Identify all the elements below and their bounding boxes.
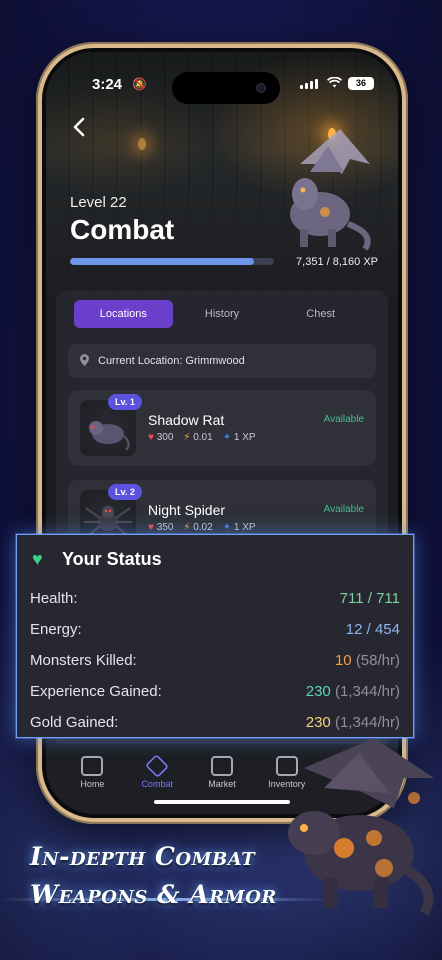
xp-progress-fill (70, 258, 254, 265)
monster-health: 300 (156, 432, 174, 443)
shop-icon (210, 756, 233, 776)
current-location-text: Current Location: Grimmwood (98, 355, 245, 367)
monster-xp: 1 XP (233, 432, 256, 443)
status-value: 230 (305, 714, 331, 731)
level-label: Level 22 (70, 194, 127, 211)
status-label: Monsters Killed: (30, 652, 137, 669)
back-chevron-icon[interactable] (72, 116, 86, 145)
signal-icon (300, 79, 318, 89)
location-pin-icon (80, 354, 89, 366)
status-row-experience: Experience Gained: 230 (1,344/hr) (30, 676, 400, 707)
promo-headline: In-depth Combat Weapons & Armor (30, 838, 277, 914)
status-label: Gold Gained: (30, 714, 119, 731)
heart-icon: ♥ (148, 432, 154, 443)
status-value: 10 (334, 652, 352, 669)
status-rate: (1,344/hr) (334, 714, 400, 731)
ios-status-bar: 3:24 🔕 36 (46, 72, 398, 104)
heart-icon: ♥ (148, 522, 154, 533)
nav-label: Home (80, 779, 105, 789)
status-title: Your Status (62, 548, 162, 569)
dragon-mascot-icon (290, 129, 371, 251)
wifi-icon (326, 76, 343, 91)
torch-icon (138, 138, 146, 150)
monster-stats: ♥ 300 ⚡ 0.01 ✦ 1 XP (148, 432, 256, 443)
status-row-gold: Gold Gained: 230 (1,344/hr) (30, 707, 400, 738)
nav-home[interactable]: Home (60, 744, 125, 814)
status-value: 12 / 454 (345, 621, 400, 638)
availability-status: Available (323, 414, 364, 425)
tab-history[interactable]: History (173, 300, 272, 328)
dragon-illustration-icon (288, 738, 434, 916)
muted-bell-icon: 🔕 (132, 77, 147, 91)
monster-name: Shadow Rat (148, 412, 225, 428)
status-card: ♥ Your Status Health: 711 / 711 Energy: … (16, 534, 414, 738)
status-rate: (1,344/hr) (334, 683, 400, 700)
status-row-energy: Energy: 12 / 454 (30, 614, 400, 645)
xp-readout: 7,351 / 8,160 XP (296, 256, 378, 268)
promo-line-1: In-depth Combat (30, 842, 256, 871)
nav-label: Market (208, 779, 236, 789)
sparkle-icon: ✦ (222, 522, 232, 533)
status-value: 711 / 711 (339, 590, 400, 607)
tab-locations[interactable]: Locations (74, 300, 173, 328)
status-row-monsters-killed: Monsters Killed: 10 (58/hr) (30, 645, 400, 676)
monster-energy: 0.02 (193, 522, 213, 533)
monster-stats: ♥ 350 ⚡ 0.02 ✦ 1 XP (148, 522, 256, 533)
monster-card-shadow-rat[interactable]: Lv. 1 Shadow Rat Available ♥ 300 ⚡ 0.01 … (68, 390, 376, 466)
monster-xp: 1 XP (233, 522, 256, 533)
dynamic-island (172, 72, 280, 104)
heart-icon: ♥ (32, 549, 43, 569)
nav-label: Combat (141, 779, 173, 789)
sword-icon (145, 754, 170, 778)
status-label: Experience Gained: (30, 683, 162, 700)
status-value: 230 (305, 683, 331, 700)
monster-energy: 0.01 (193, 432, 213, 443)
status-label: Energy: (30, 621, 82, 638)
page-title: Combat (70, 214, 175, 245)
availability-status: Available (323, 504, 364, 515)
status-rate: (58/hr) (355, 652, 400, 669)
promo-line-2: Weapons & Armor (30, 880, 277, 909)
status-label: Health: (30, 590, 78, 607)
clock: 3:24 (92, 76, 123, 93)
monster-name: Night Spider (148, 502, 226, 518)
tab-chest[interactable]: Chest (271, 300, 370, 328)
status-row-health: Health: 711 / 711 (30, 583, 400, 614)
current-location-bar[interactable]: Current Location: Grimmwood (68, 344, 376, 378)
level-badge: Lv. 2 (108, 484, 142, 500)
xp-progress-bar (70, 258, 274, 265)
tab-bar: Locations History Chest (74, 300, 370, 328)
lightning-icon: ⚡ (183, 522, 191, 533)
monster-health: 350 (156, 522, 174, 533)
lightning-icon: ⚡ (183, 432, 191, 443)
castle-icon (81, 756, 104, 776)
battery-indicator: 36 (348, 77, 374, 90)
level-badge: Lv. 1 (108, 394, 142, 410)
sparkle-icon: ✦ (222, 432, 232, 443)
